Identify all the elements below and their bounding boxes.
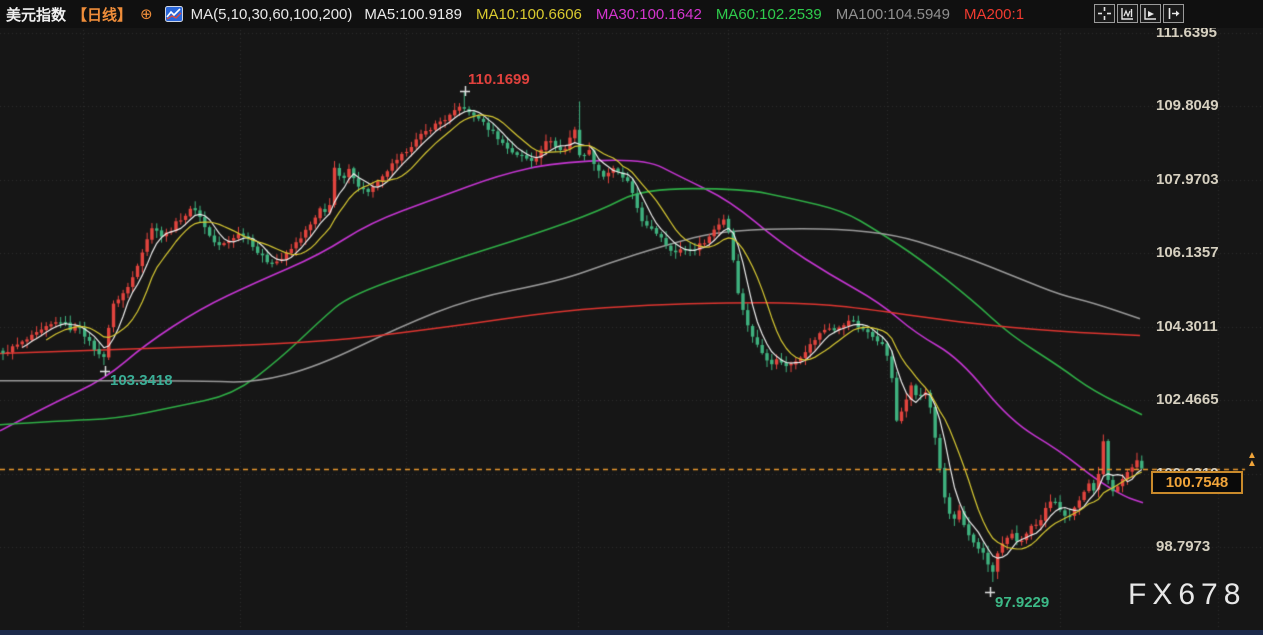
legend-item-ma10: MA10:100.6606: [476, 6, 582, 23]
symbol-title: 美元指数: [6, 4, 66, 25]
low-label: 97.9229: [995, 594, 1049, 611]
trading-chart-app: 美元指数 【日线】 ⊕ MA(5,10,30,60,100,200) MA5:1…: [0, 0, 1263, 635]
chart-type-icon[interactable]: [165, 6, 183, 22]
current-price-tag: 100.7548: [1151, 471, 1243, 494]
legend-item-ma5: MA5:100.9189: [364, 6, 462, 23]
ma-settings-label: MA(5,10,30,60,100,200): [191, 6, 353, 23]
go-to-latest-icon[interactable]: [1163, 4, 1184, 23]
axis-tick-label: 102.4665: [1156, 391, 1219, 408]
fx678-watermark: FX678: [1128, 578, 1246, 612]
ma-legend: MA5:100.9189 MA10:100.6606 MA30:100.1642 MA…: [364, 6, 1024, 23]
price-up-arrow-icon: ▲▲: [1247, 452, 1257, 468]
axis-scale-left-icon[interactable]: [1117, 4, 1138, 23]
bottom-strip: [0, 630, 1263, 635]
swing-label: 103.3418: [110, 372, 173, 389]
crosshair-move-icon[interactable]: [1094, 4, 1115, 23]
expand-icon[interactable]: ⊕: [140, 5, 153, 23]
period-label: 【日线】: [72, 4, 132, 25]
chart-toolbar: [1094, 4, 1184, 23]
chart-header: 美元指数 【日线】 ⊕ MA(5,10,30,60,100,200) MA5:1…: [0, 0, 1263, 28]
axis-tick-label: 104.3011: [1156, 318, 1218, 335]
axis-tick-label: 107.9703: [1156, 171, 1219, 188]
legend-item-ma30: MA30:100.1642: [596, 6, 702, 23]
axis-play-icon[interactable]: [1140, 4, 1161, 23]
legend-item-ma60: MA60:102.2539: [716, 6, 822, 23]
axis-tick-label: 109.8049: [1156, 97, 1219, 114]
axis-tick-label: 106.1357: [1156, 244, 1219, 261]
legend-item-ma100: MA100:104.5949: [836, 6, 950, 23]
candlestick-chart[interactable]: [0, 0, 1263, 635]
high-label: 110.1699: [468, 71, 530, 88]
axis-tick-label: 98.7973: [1156, 538, 1210, 555]
legend-item-ma200: MA200:1: [964, 6, 1024, 23]
